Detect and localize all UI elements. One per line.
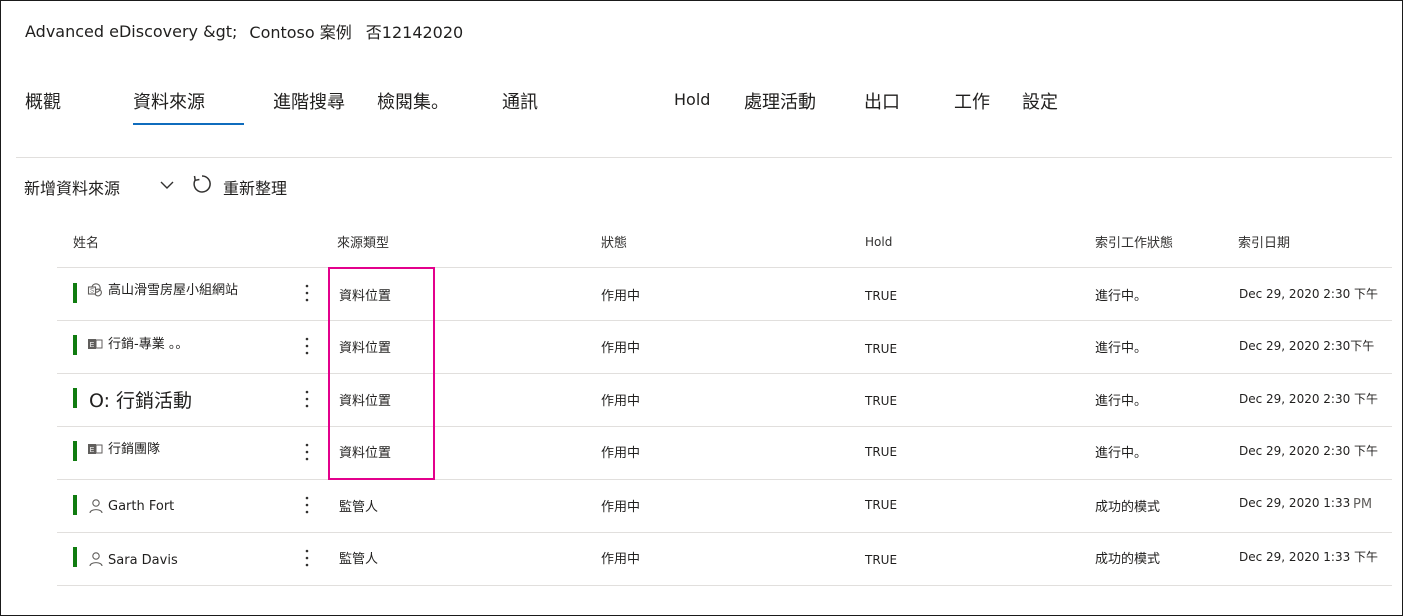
- more-options-icon[interactable]: [300, 495, 314, 515]
- cell-index-status: 進行中。: [1095, 341, 1148, 356]
- table-row[interactable]: Garth Fort 監管人 作用中 TRUE 成功的模式 Dec 29, 20…: [0, 479, 1403, 532]
- row-name[interactable]: 行銷團隊: [108, 438, 160, 457]
- cell-status: 作用中: [601, 341, 641, 356]
- status-indicator: [73, 495, 77, 515]
- cell-status: 作用中: [601, 289, 641, 304]
- column-header-status[interactable]: 狀態: [601, 232, 627, 251]
- cell-index-status: 進行中。: [1095, 394, 1148, 409]
- tab-data-sources[interactable]: 資料來源: [133, 88, 205, 113]
- sharepoint-icon: S: [87, 283, 102, 297]
- tab-processing[interactable]: 處理活動: [744, 88, 816, 113]
- row-name[interactable]: O: 行銷活動: [89, 386, 192, 413]
- tab-settings[interactable]: 設定: [1022, 88, 1058, 113]
- more-options-icon[interactable]: [300, 336, 314, 356]
- cell-index-date: Dec 29, 2020 2:30下午: [1239, 339, 1375, 353]
- add-data-source-button[interactable]: 新增資料來源: [24, 175, 120, 199]
- exchange-icon: E: [88, 444, 103, 454]
- table-row[interactable]: E 行銷團隊 資料位置 作用中 TRUE 進行中。 Dec 29, 2020 2…: [0, 426, 1403, 479]
- cell-index-status: 成功的模式: [1095, 500, 1161, 515]
- header-divider: [16, 157, 1392, 158]
- cell-status: 作用中: [601, 394, 641, 409]
- cell-source-type: 監管人: [339, 500, 379, 515]
- refresh-button[interactable]: 重新整理: [223, 175, 287, 199]
- table-row[interactable]: S 高山滑雪房屋小組網站 資料位置 作用中 TRUE 進行中。 Dec 29, …: [0, 267, 1403, 320]
- status-indicator: [73, 441, 77, 461]
- column-header-name[interactable]: 姓名: [73, 232, 99, 251]
- tab-exports[interactable]: 出口: [864, 88, 900, 113]
- row-name[interactable]: 高山滑雪房屋小組網站: [108, 279, 238, 298]
- status-indicator: [73, 283, 77, 303]
- more-options-icon[interactable]: [300, 389, 314, 409]
- table-row[interactable]: O: 行銷活動 資料位置 作用中 TRUE 進行中。 Dec 29, 2020 …: [0, 373, 1403, 426]
- table-row[interactable]: Sara Davis 監管人 作用中 TRUE 成功的模式 Dec 29, 20…: [0, 532, 1403, 585]
- breadcrumb-case[interactable]: Contoso 案例: [249, 19, 351, 43]
- status-indicator: [73, 335, 77, 355]
- person-icon: [89, 552, 103, 567]
- column-header-index-date[interactable]: 索引日期: [1238, 232, 1290, 251]
- cell-index-status: 進行中。: [1095, 289, 1148, 304]
- cell-hold: TRUE: [865, 342, 898, 356]
- cell-status: 作用中: [601, 446, 641, 461]
- breadcrumb: Advanced eDiscovery &gt; Contoso 案例 否121…: [25, 19, 464, 43]
- row-name[interactable]: Garth Fort: [108, 499, 174, 514]
- cell-hold: TRUE: [865, 394, 898, 408]
- selected-tab-indicator: [133, 123, 244, 125]
- tab-communications[interactable]: 通訊: [502, 88, 538, 113]
- cell-hold: TRUE: [865, 498, 898, 512]
- row-name[interactable]: Sara Davis: [108, 553, 178, 568]
- cell-index-date-suffix: PM: [1353, 497, 1373, 512]
- more-options-icon[interactable]: [300, 548, 314, 568]
- table-row[interactable]: E 行銷-專業 。。 資料位置 作用中 TRUE 進行中。 Dec 29, 20…: [0, 320, 1403, 373]
- cell-source-type: 監管人: [339, 552, 379, 567]
- tab-overview[interactable]: 概觀: [25, 88, 61, 113]
- cell-index-date: Dec 29, 2020 1:33: [1239, 496, 1351, 510]
- cell-index-date: Dec 29, 2020 2:30 下午: [1239, 392, 1379, 406]
- cell-status: 作用中: [601, 552, 641, 567]
- status-indicator: [73, 547, 77, 567]
- tab-review-sets[interactable]: 檢閱集。: [377, 88, 449, 113]
- svg-text:S: S: [90, 289, 94, 295]
- more-options-icon[interactable]: [300, 442, 314, 462]
- person-icon: [89, 499, 103, 514]
- cell-index-date: Dec 29, 2020 2:30 下午: [1239, 444, 1379, 458]
- column-header-source-type[interactable]: 來源類型: [337, 232, 389, 251]
- cell-index-date: Dec 29, 2020 1:33 下午: [1239, 550, 1379, 564]
- svg-text:E: E: [90, 447, 95, 454]
- cell-hold: TRUE: [865, 289, 898, 303]
- tab-jobs[interactable]: 工作: [954, 88, 990, 113]
- cell-index-date: Dec 29, 2020 2:30 下午: [1239, 287, 1379, 301]
- row-divider: [57, 585, 1392, 586]
- row-name[interactable]: 行銷-專業 。。: [108, 333, 188, 352]
- status-indicator: [73, 388, 77, 408]
- chevron-down-icon[interactable]: [158, 176, 176, 194]
- cell-hold: TRUE: [865, 445, 898, 459]
- tab-hold[interactable]: Hold: [674, 90, 710, 114]
- cell-hold: TRUE: [865, 553, 898, 567]
- more-options-icon[interactable]: [300, 283, 314, 303]
- cell-index-status: 成功的模式: [1095, 552, 1161, 567]
- breadcrumb-case-id: 否12142020: [365, 23, 464, 42]
- tab-advanced-search[interactable]: 進階搜尋: [273, 88, 345, 113]
- exchange-icon: E: [88, 339, 103, 349]
- cell-index-status: 進行中。: [1095, 446, 1148, 461]
- highlight-box: [328, 267, 435, 480]
- svg-text:E: E: [90, 342, 95, 349]
- cell-status: 作用中: [601, 500, 641, 515]
- breadcrumb-root[interactable]: Advanced eDiscovery &gt;: [25, 22, 237, 41]
- column-header-hold[interactable]: Hold: [865, 235, 892, 249]
- column-header-index-status[interactable]: 索引工作狀態: [1095, 232, 1173, 251]
- refresh-icon[interactable]: [191, 173, 213, 195]
